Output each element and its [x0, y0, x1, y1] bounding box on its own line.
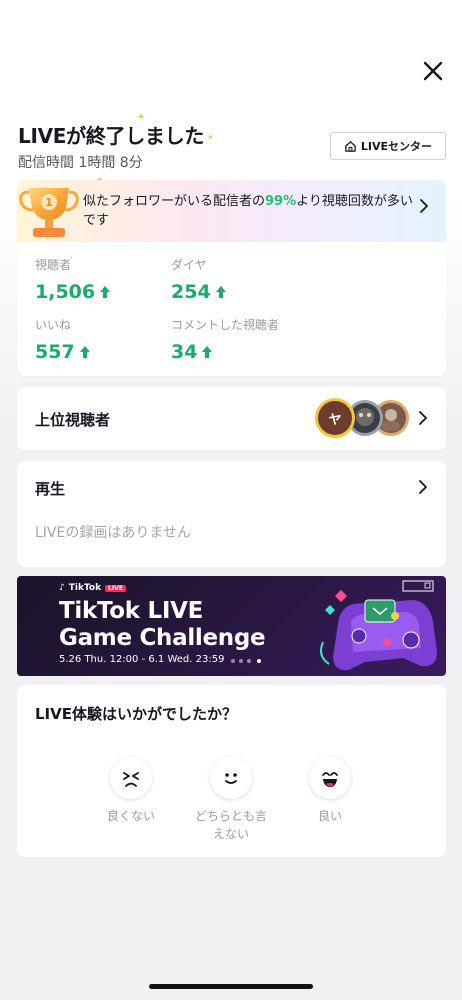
replay-title: 再生	[35, 480, 66, 498]
stat-viewers: 視聴者 1,506	[35, 256, 111, 303]
live-center-label: LIVEセンター	[360, 140, 433, 153]
chevron-right-icon	[419, 411, 427, 425]
replay-empty-text: LIVEの録画はありません	[35, 525, 191, 541]
neutral-face-icon	[225, 773, 237, 784]
event-dates: 5.26 Thu. 12:00 - 6.1 Wed. 23:59	[59, 654, 225, 665]
percentile-highlight: 99%	[265, 194, 297, 209]
replay-card: 再生 LIVEの録画はありません	[17, 461, 446, 567]
home-indicator	[149, 984, 313, 989]
sparkle-icon: ✦	[207, 133, 214, 142]
happy-face-icon	[322, 772, 338, 787]
arrow-up-icon	[100, 286, 111, 298]
comparison-banner[interactable]: 1 似たフォロワーがいる配信者の99%より視聴回数が多いです	[17, 180, 446, 242]
chevron-right-icon	[420, 199, 428, 213]
game-controller-illustration	[320, 580, 437, 671]
arrow-up-icon	[202, 346, 213, 358]
unhappy-face-icon	[123, 772, 139, 787]
svg-text:1: 1	[45, 196, 53, 209]
close-icon	[423, 61, 443, 81]
arrow-up-icon	[79, 346, 90, 358]
comparison-text: 似たフォロワーがいる配信者の99%より視聴回数が多いです	[83, 194, 413, 228]
event-title: TikTok LIVE Game Challenge	[59, 598, 266, 651]
stats-card: 1 似たフォロワーがいる配信者の99%より視聴回数が多いです 視聴者 1,506…	[17, 180, 446, 376]
rating-question: LIVE体験はいかがでしたか？	[35, 705, 237, 723]
sparkle-icon: ✦	[137, 112, 146, 123]
tiktok-live-logo: ♪ TikTok LIVE	[59, 583, 126, 593]
top-viewers-card[interactable]: 上位視聴者 ヤ	[17, 387, 446, 450]
home-icon	[345, 140, 356, 152]
stat-diamonds: ダイヤ 254	[171, 256, 227, 303]
rating-card: LIVE体験はいかがでしたか？ 良くない どちらとも言えない 良い	[17, 685, 446, 857]
avatar: ヤ	[315, 398, 355, 438]
game-challenge-banner[interactable]: ♪ TikTok LIVE TikTok LIVE Game Challenge…	[17, 576, 446, 676]
carousel-dots	[231, 659, 261, 663]
page-title: LIVEが終了しました	[18, 124, 205, 148]
stat-likes: いいね 557	[35, 316, 91, 363]
close-button[interactable]	[420, 58, 446, 84]
rating-bad-button[interactable]: 良くない	[86, 757, 176, 825]
top-viewers-title: 上位視聴者	[35, 411, 111, 429]
stat-commenters: コメントした視聴者 34	[171, 318, 280, 363]
trophy-icon: 1	[19, 188, 79, 237]
chevron-right-icon[interactable]	[417, 479, 429, 495]
rating-good-button[interactable]: 良い	[285, 757, 375, 825]
live-center-button[interactable]: LIVEセンター	[330, 132, 446, 160]
rating-neutral-button[interactable]: どちらとも言えない	[186, 757, 276, 843]
stream-duration: 配信時間 1時間 8分	[18, 155, 143, 171]
tiktok-note-icon: ♪	[59, 583, 65, 593]
arrow-up-icon	[215, 286, 226, 298]
